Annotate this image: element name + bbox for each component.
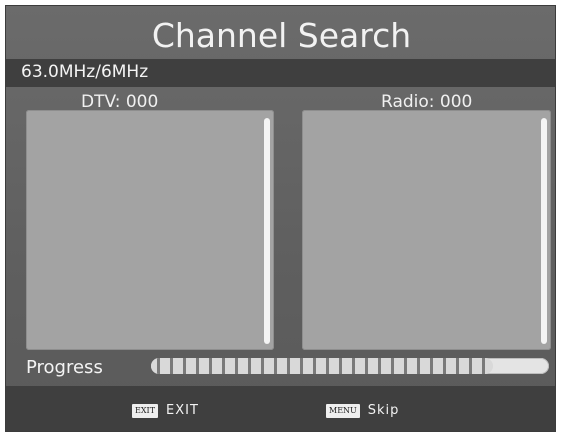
progress-label: Progress [26, 357, 103, 378]
radio-channel-list[interactable] [302, 110, 551, 350]
exit-key-icon: EXIT [132, 404, 159, 418]
skip-key-hint[interactable]: MENU Skip [326, 403, 399, 419]
radio-scrollbar[interactable] [541, 118, 547, 344]
progress-bar [151, 358, 549, 374]
menu-key-icon: MENU [326, 404, 360, 418]
exit-key-hint[interactable]: EXIT EXIT [132, 403, 199, 419]
exit-key-label: EXIT [166, 403, 199, 418]
progress-bar-fill [151, 358, 494, 374]
dtv-scrollbar[interactable] [264, 118, 270, 344]
page-title: Channel Search [151, 16, 412, 55]
footer-key-hints: EXIT EXIT MENU Skip [6, 386, 555, 431]
dtv-scrollbar-thumb[interactable] [264, 118, 270, 344]
frequency-readout: 63.0MHz/6MHz [6, 59, 555, 87]
radio-scrollbar-thumb[interactable] [541, 118, 547, 344]
channel-search-screen: Channel Search 63.0MHz/6MHz DTV: 000 Rad… [5, 5, 556, 432]
dtv-channel-list[interactable] [26, 110, 274, 350]
skip-key-label: Skip [367, 403, 400, 418]
